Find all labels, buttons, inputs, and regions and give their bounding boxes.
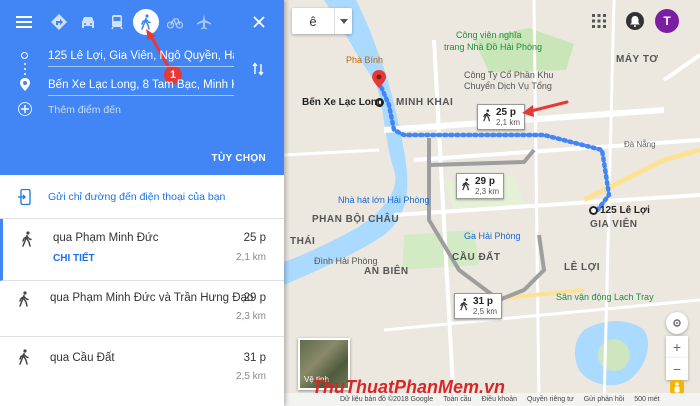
footer-privacy[interactable]: Quyền riêng tư [527,396,574,403]
options-button[interactable]: TÙY CHỌN [212,153,266,164]
map-label: PHAN BỘI CHÂU [312,214,400,225]
route-dot-icon [24,68,26,70]
walking-icon [19,349,29,365]
route-option[interactable]: qua Cầu Đất 31 p 2,5 km [0,337,284,406]
annotation-arrow [522,100,569,117]
hamburger-menu-icon[interactable] [14,12,34,32]
map-label: Ga Hải Phòng [464,231,521,241]
origin-input[interactable]: 125 Lê Lợi, Gia Viên, Ngô Quyền, Hải Phò [48,45,234,67]
destination-marker-icon [372,70,386,88]
route-box-time: 25 p [496,107,517,118]
origin-point [589,206,598,215]
map-label: Sân vận động Lạch Tray [556,292,654,302]
send-to-phone-row[interactable]: Gửi chỉ đường đến điện thoại của bạn [0,175,284,219]
origin-label: 125 Lê Lợi [600,205,650,216]
walking-icon [460,298,468,311]
directions-panel: 1 125 Lê Lợi, Gia Viên, Ngô Quyền, Hải P… [0,0,284,406]
route-distance: 2,1 km [235,252,266,263]
map-label: Đà Nẵng [624,140,656,149]
map-label: THÁI [290,236,316,247]
walking-icon [483,109,491,122]
destination-input[interactable]: Bến Xe Lạc Long, 8 Tam Bạc, Minh Khai [48,74,234,96]
route-name: qua Cầu Đất [50,352,115,364]
route-time: 25 p [243,232,266,244]
map-label: Chuyển Dịch Vụ Tổng [464,81,552,91]
route-box-distance: 2,5 km [473,307,498,316]
route-name: qua Phạm Minh Đức [53,232,159,244]
map-label: Công Ty Cổ Phần Khu [464,70,554,80]
walking-icon [19,291,29,307]
directions-header: 1 125 Lê Lợi, Gia Viên, Ngô Quyền, Hải P… [0,0,284,175]
add-destination-button[interactable]: Thêm điểm đến [48,104,121,116]
flight-icon[interactable] [191,9,217,35]
my-location-icon[interactable] [666,312,688,334]
route-box-time: 31 p [473,296,494,307]
origin-dot-icon [21,52,28,59]
route-distance: 2,3 km [235,311,266,322]
car-icon[interactable] [75,9,101,35]
transit-icon[interactable] [104,9,130,35]
walking-icon [22,231,32,247]
watermark: ThuThuatPhanMem.vn [312,377,505,397]
dropdown-value: ê [309,13,317,29]
route-time-box[interactable]: 25 p 2,1 km [477,104,526,130]
map-label: MÁY TƠ [616,54,659,65]
route-dot-icon [24,73,26,75]
zoom-out-button[interactable]: − [666,358,688,380]
map-label: CẦU ĐẤT [452,252,501,263]
route-box-distance: 2,3 km [475,187,500,196]
map-search-dropdown[interactable]: ê [292,8,352,34]
route-dot-icon [24,63,26,65]
route-option[interactable]: qua Phạm Minh Đức và Trần Hưng Đạo 29 p … [0,281,284,337]
route-time-box[interactable]: 29 p 2,3 km [456,173,505,199]
route-time-box[interactable]: 31 p 2,5 km [454,293,503,319]
route-box-distance: 2,1 km [496,118,521,127]
route-time: 29 p [243,292,266,304]
swap-icon[interactable] [250,60,266,78]
map-label: trang Nhà Đồ Hải Phòng [444,42,543,52]
footer-feedback[interactable]: Gửi phản hồi [584,396,625,403]
route-box-time: 29 p [475,176,496,187]
route-distance: 2,5 km [235,371,266,382]
chevron-down-icon[interactable] [334,8,352,34]
add-destination-icon[interactable] [18,102,32,116]
map-label: LÊ LỢI [564,262,600,273]
route-time: 31 p [243,352,266,364]
pegman-icon[interactable] [670,380,684,394]
route-option[interactable]: qua Phạm Minh Đức 25 p 2,1 km CHI TIẾT [0,219,284,281]
destination-label: Bến Xe Lạc Long [302,97,384,108]
map-label: Phà Bính [346,55,384,65]
map-label: Công viên nghĩa [456,30,522,40]
phone-send-icon [18,189,31,205]
footer-scale: 500 mét [634,396,660,403]
route-details-link[interactable]: CHI TIẾT [53,253,95,264]
map-label: Nhà hát lớn Hải Phòng [338,195,430,205]
map-label: GIA VIÊN [590,219,638,230]
notifications-icon[interactable] [626,12,644,30]
send-to-phone-link[interactable]: Gửi chỉ đường đến điện thoại của bạn [48,191,225,203]
map-canvas[interactable]: Phà Bính Công viên nghĩa trang Nhà Đồ Hả… [284,0,700,406]
directions-icon[interactable] [46,9,72,35]
apps-grid-icon[interactable] [590,12,608,30]
map-label: AN BIÊN [364,266,409,277]
avatar[interactable]: T [655,9,679,33]
walking-icon [462,178,470,191]
close-icon[interactable] [250,13,268,31]
zoom-in-button[interactable]: + [666,336,688,358]
map-label: Đình Hải Phòng [314,256,378,266]
destination-pin-icon [20,78,30,91]
map-label: MINH KHAI [396,97,454,108]
route-name: qua Phạm Minh Đức và Trần Hưng Đạo [50,292,254,304]
